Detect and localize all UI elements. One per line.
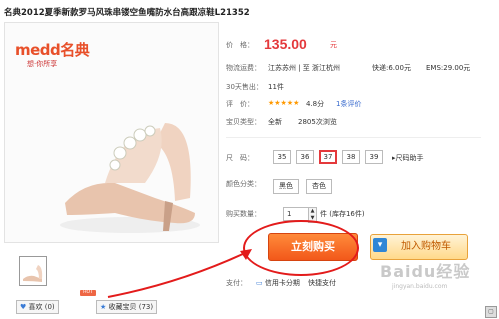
sales-label: 30天售出：: [226, 83, 263, 91]
condition-label: 宝贝类型：: [226, 118, 261, 126]
like-button[interactable]: ♥ 喜欢 (0): [16, 300, 59, 314]
divider: [226, 137, 481, 138]
size-helper-label: 尺码助手: [395, 154, 424, 162]
color-option-apricot[interactable]: 杏色: [306, 179, 332, 194]
quantity-stock: 件 (库存16件): [320, 210, 365, 218]
size-option-selected[interactable]: 37: [319, 150, 337, 164]
rating-stars: ★★★★★: [268, 99, 300, 107]
shipping-route[interactable]: 江苏苏州 | 至 浙江杭州: [268, 63, 340, 73]
payment-card[interactable]: ▭ 信用卡分期: [256, 278, 300, 288]
baidu-watermark: Baidu经验: [380, 262, 471, 281]
credit-card-icon: ▭: [256, 279, 263, 287]
product-title: 名典2012夏季新款罗马风珠串镂空鱼嘴防水台高跟凉鞋L21352: [4, 8, 250, 18]
like-label: 喜欢: [28, 303, 43, 311]
brand-logo: medd名典: [15, 41, 90, 59]
thumbnail-image[interactable]: [19, 256, 47, 286]
price-unit: 元: [330, 41, 337, 49]
size-label: 尺 码：: [226, 154, 254, 162]
thumbnail-sandal-icon: [23, 265, 43, 282]
corner-icon: ▢: [485, 306, 497, 318]
add-to-cart-label: 加入购物车: [401, 241, 451, 252]
shipping-label: 物流运费：: [226, 64, 261, 72]
product-image[interactable]: medd名典 想·你所享: [4, 22, 219, 243]
size-option[interactable]: 38: [342, 150, 360, 164]
shipping-express: 快递:6.00元: [372, 64, 411, 72]
rating-label: 评 价：: [226, 100, 254, 108]
sales-value: 11件: [268, 83, 284, 91]
condition-views: 2805次浏览: [298, 118, 337, 126]
size-option[interactable]: 36: [296, 150, 314, 164]
shipping-ems: EMS:29.00元: [426, 64, 471, 72]
size-option[interactable]: 35: [273, 150, 291, 164]
quantity-label: 购买数量：: [226, 210, 261, 218]
rating-score: 4.8分: [306, 100, 325, 108]
sandal-illustration: [60, 123, 200, 233]
hot-badge: HOT: [80, 290, 96, 296]
color-label: 颜色分类：: [226, 180, 261, 188]
watermark-url: jingyan.baidu.com: [392, 283, 448, 290]
size-option[interactable]: 39: [365, 150, 383, 164]
payment-card-label: 信用卡分期: [264, 279, 300, 287]
rating-reviews-link[interactable]: 1条评价: [336, 99, 361, 109]
color-option-black[interactable]: 黑色: [273, 179, 299, 194]
payment-label: 支付：: [226, 279, 247, 287]
price-label: 价 格：: [226, 41, 254, 49]
like-count: (0): [44, 303, 55, 311]
payment-method[interactable]: 快捷支付: [308, 278, 336, 288]
price-value: 135.00: [264, 36, 307, 52]
size-helper-link[interactable]: ▸尺码助手: [392, 153, 424, 163]
cart-icon: ▾: [373, 238, 387, 252]
heart-icon: ♥: [20, 303, 27, 311]
annotation-circle: [243, 220, 359, 276]
condition-value: 全新: [268, 118, 282, 126]
